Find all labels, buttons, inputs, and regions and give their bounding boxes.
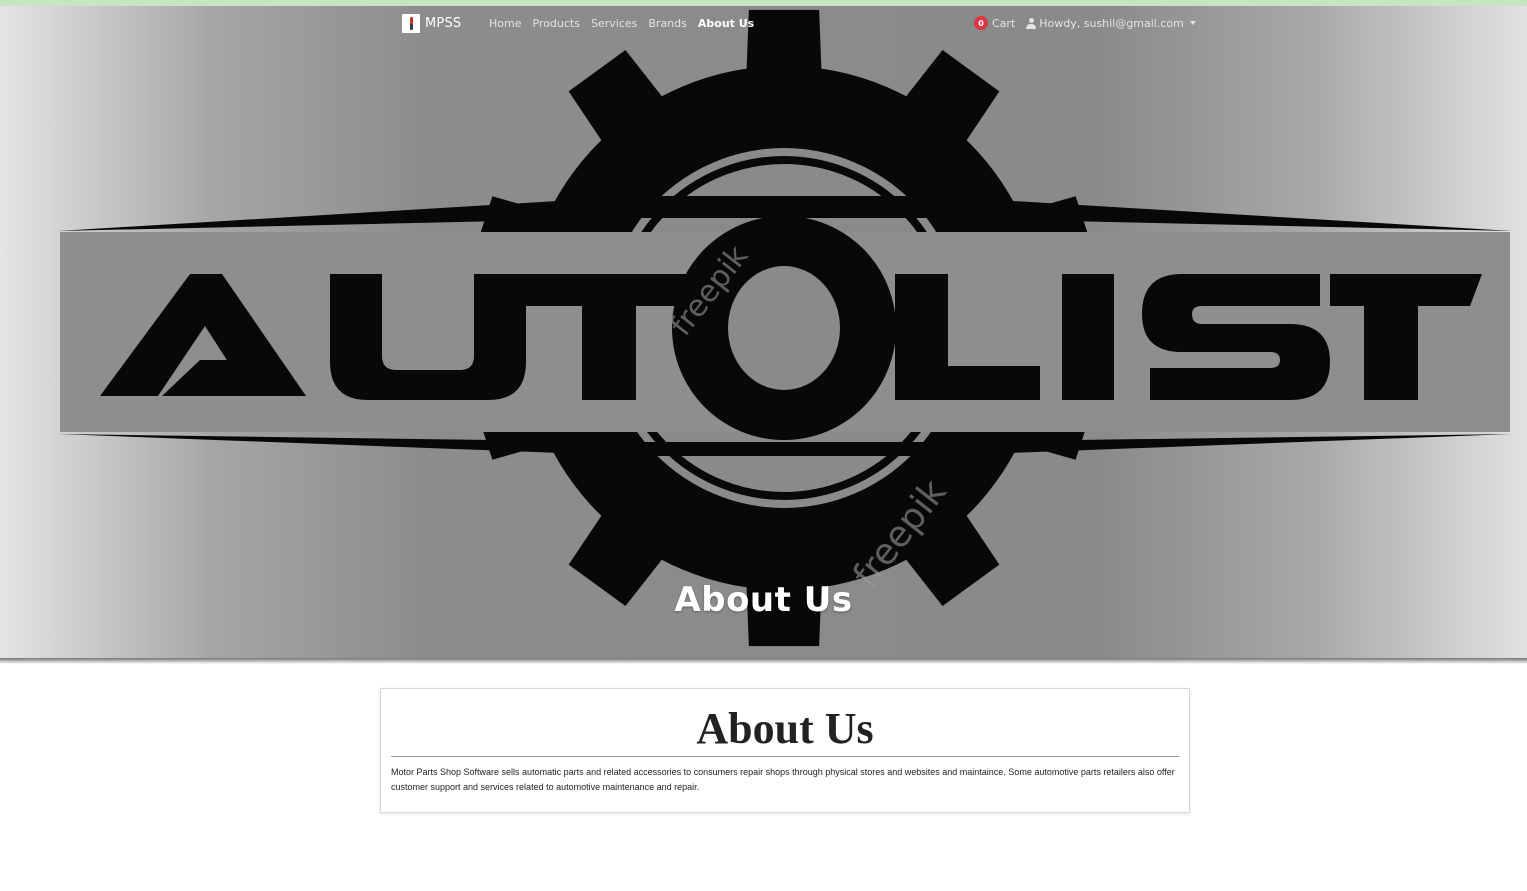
user-menu-toggle[interactable]: Howdy, sushil@gmail.com [1039, 17, 1184, 30]
nav-link-about-us[interactable]: About Us [698, 17, 754, 30]
nav-links: Home Products Services Brands About Us [489, 17, 765, 30]
nav-link-home[interactable]: Home [489, 17, 521, 30]
about-heading: About Us [696, 704, 874, 753]
cart-count-badge: 0 [974, 16, 988, 30]
top-navbar: MPSS Home Products Services Brands About… [0, 6, 1527, 42]
brand-name: MPSS [425, 16, 462, 31]
hero-shadow [0, 658, 1527, 664]
nav-link-brands[interactable]: Brands [648, 17, 687, 30]
autolist-logo-image: freepik freepik [58, 9, 1512, 647]
nav-link-services[interactable]: Services [591, 17, 637, 30]
user-icon [1026, 17, 1037, 29]
divider [391, 756, 1179, 757]
cart-link[interactable]: Cart [992, 17, 1015, 30]
hero-banner: freepik freepik [0, 6, 1527, 658]
brand-link[interactable]: MPSS [402, 14, 461, 33]
about-card: About Us Motor Parts Shop Software sells… [380, 688, 1190, 813]
hero-title: About Us [674, 580, 853, 620]
nav-link-products[interactable]: Products [532, 17, 580, 30]
nav-right: 0 Cart Howdy, sushil@gmail.com [974, 16, 1196, 30]
motor-parts-logo-icon [402, 14, 420, 33]
about-description: Motor Parts Shop Software sells automati… [391, 767, 1175, 792]
chevron-down-icon[interactable] [1189, 21, 1196, 25]
